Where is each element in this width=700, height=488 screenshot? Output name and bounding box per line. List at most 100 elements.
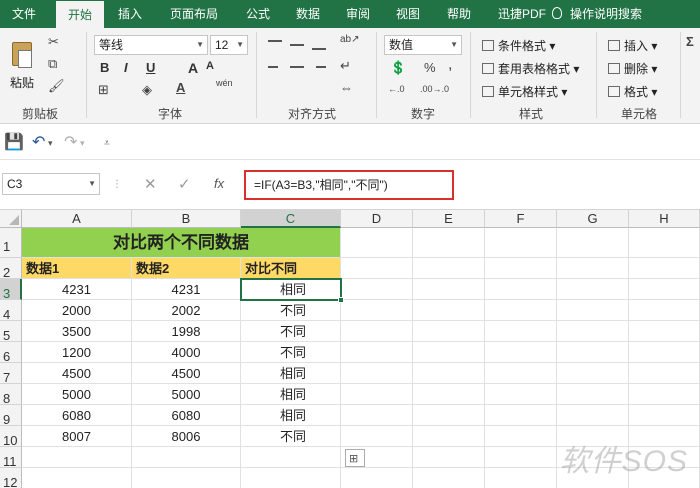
cell[interactable]: [341, 384, 413, 405]
tab-data[interactable]: 数据: [286, 0, 330, 28]
cell[interactable]: [341, 258, 413, 279]
borders-icon[interactable]: ⊞: [98, 82, 109, 98]
quick-analysis-icon[interactable]: ⊞: [345, 449, 365, 467]
column-header-a[interactable]: A: [22, 210, 132, 228]
currency-icon[interactable]: 💲: [390, 60, 406, 76]
font-name-select[interactable]: 等线 ▼: [94, 35, 208, 55]
cell[interactable]: [341, 405, 413, 426]
cell[interactable]: [485, 300, 557, 321]
cell[interactable]: [485, 405, 557, 426]
conditional-formatting-button[interactable]: 条件格式 ▾: [482, 37, 555, 54]
cell[interactable]: [485, 279, 557, 300]
row-header-4[interactable]: 4: [0, 300, 22, 322]
data-cell[interactable]: 2000: [22, 300, 132, 321]
compare-result-cell[interactable]: 相同: [241, 384, 341, 405]
cell[interactable]: [485, 363, 557, 384]
cell[interactable]: [413, 468, 485, 488]
tab-view[interactable]: 视图: [386, 0, 430, 28]
header-cell[interactable]: 对比不同: [241, 258, 341, 279]
row-header-5[interactable]: 5: [0, 321, 22, 343]
fill-handle[interactable]: [338, 297, 344, 303]
tell-me-search[interactable]: 操作说明搜索: [552, 0, 642, 28]
sum-icon[interactable]: Σ: [686, 34, 694, 49]
cancel-button[interactable]: ✕: [144, 175, 157, 193]
wrap-text-icon[interactable]: ↵: [340, 58, 351, 74]
cell[interactable]: [557, 363, 629, 384]
cell[interactable]: [413, 426, 485, 447]
cell[interactable]: [557, 279, 629, 300]
cell[interactable]: [241, 447, 341, 468]
cell[interactable]: [341, 279, 413, 300]
cell[interactable]: [413, 405, 485, 426]
align-left-icon[interactable]: [268, 66, 278, 68]
cell[interactable]: [557, 384, 629, 405]
sheet-title[interactable]: 对比两个不同数据: [22, 228, 341, 258]
row-header-8[interactable]: 8: [0, 384, 22, 406]
cell[interactable]: [241, 468, 341, 488]
cell[interactable]: [341, 468, 413, 488]
align-top-icon[interactable]: [268, 40, 282, 42]
font-color-icon[interactable]: A: [176, 80, 185, 95]
cell[interactable]: [485, 384, 557, 405]
cell[interactable]: [341, 342, 413, 363]
column-header-f[interactable]: F: [485, 210, 557, 228]
row-header-12[interactable]: 12: [0, 468, 22, 488]
compare-result-cell[interactable]: 不同: [241, 342, 341, 363]
data-cell[interactable]: 4500: [132, 363, 241, 384]
cell[interactable]: [413, 321, 485, 342]
row-header-3[interactable]: 3: [0, 279, 22, 301]
undo-dropdown-icon[interactable]: ▾: [48, 138, 53, 149]
redo-icon[interactable]: ↷: [64, 132, 77, 152]
cell[interactable]: [485, 468, 557, 488]
cell[interactable]: [132, 468, 241, 488]
insert-cells-button[interactable]: 插入 ▾: [608, 37, 657, 54]
formula-input[interactable]: =IF(A3=B3,"相同","不同"): [244, 170, 454, 200]
cell[interactable]: [413, 300, 485, 321]
cell[interactable]: [485, 342, 557, 363]
cell[interactable]: [557, 321, 629, 342]
cell[interactable]: [413, 258, 485, 279]
customize-qat-icon[interactable]: ⩡: [104, 138, 110, 149]
tab-file[interactable]: 文件: [0, 0, 48, 28]
cell[interactable]: [485, 426, 557, 447]
compare-result-cell[interactable]: 相同: [241, 405, 341, 426]
name-box[interactable]: C3 ▼: [2, 173, 100, 195]
data-cell[interactable]: 4231: [22, 279, 132, 300]
cell[interactable]: [22, 447, 132, 468]
data-cell[interactable]: 4000: [132, 342, 241, 363]
cell[interactable]: [629, 342, 700, 363]
cell[interactable]: [341, 300, 413, 321]
decrease-decimal-button[interactable]: .00→.0: [420, 84, 449, 94]
cell[interactable]: [629, 405, 700, 426]
percent-button[interactable]: %: [424, 60, 436, 75]
cell[interactable]: [629, 258, 700, 279]
data-cell[interactable]: 5000: [22, 384, 132, 405]
underline-button[interactable]: U: [146, 60, 155, 75]
cell[interactable]: [557, 228, 629, 258]
tab-home[interactable]: 开始: [56, 0, 104, 28]
tab-insert[interactable]: 插入: [108, 0, 152, 28]
bold-button[interactable]: B: [100, 60, 109, 75]
data-cell[interactable]: 4231: [132, 279, 241, 300]
data-cell[interactable]: 3500: [22, 321, 132, 342]
align-center-icon[interactable]: [290, 66, 304, 68]
column-header-c[interactable]: C: [241, 210, 341, 228]
tab-formulas[interactable]: 公式: [236, 0, 280, 28]
row-header-10[interactable]: 10: [0, 426, 22, 448]
cell[interactable]: [413, 384, 485, 405]
align-bottom-icon[interactable]: [312, 48, 326, 50]
data-cell[interactable]: 5000: [132, 384, 241, 405]
italic-button[interactable]: I: [124, 60, 128, 75]
compare-result-cell[interactable]: 不同: [241, 321, 341, 342]
cell[interactable]: [132, 447, 241, 468]
data-cell[interactable]: 8007: [22, 426, 132, 447]
cell[interactable]: [557, 342, 629, 363]
enter-button[interactable]: ✓: [178, 175, 191, 193]
cell[interactable]: [341, 321, 413, 342]
cell[interactable]: [557, 300, 629, 321]
font-size-select[interactable]: 12 ▼: [210, 35, 248, 55]
cell[interactable]: [629, 321, 700, 342]
row-header-7[interactable]: 7: [0, 363, 22, 385]
cell[interactable]: [629, 384, 700, 405]
cell[interactable]: [629, 363, 700, 384]
